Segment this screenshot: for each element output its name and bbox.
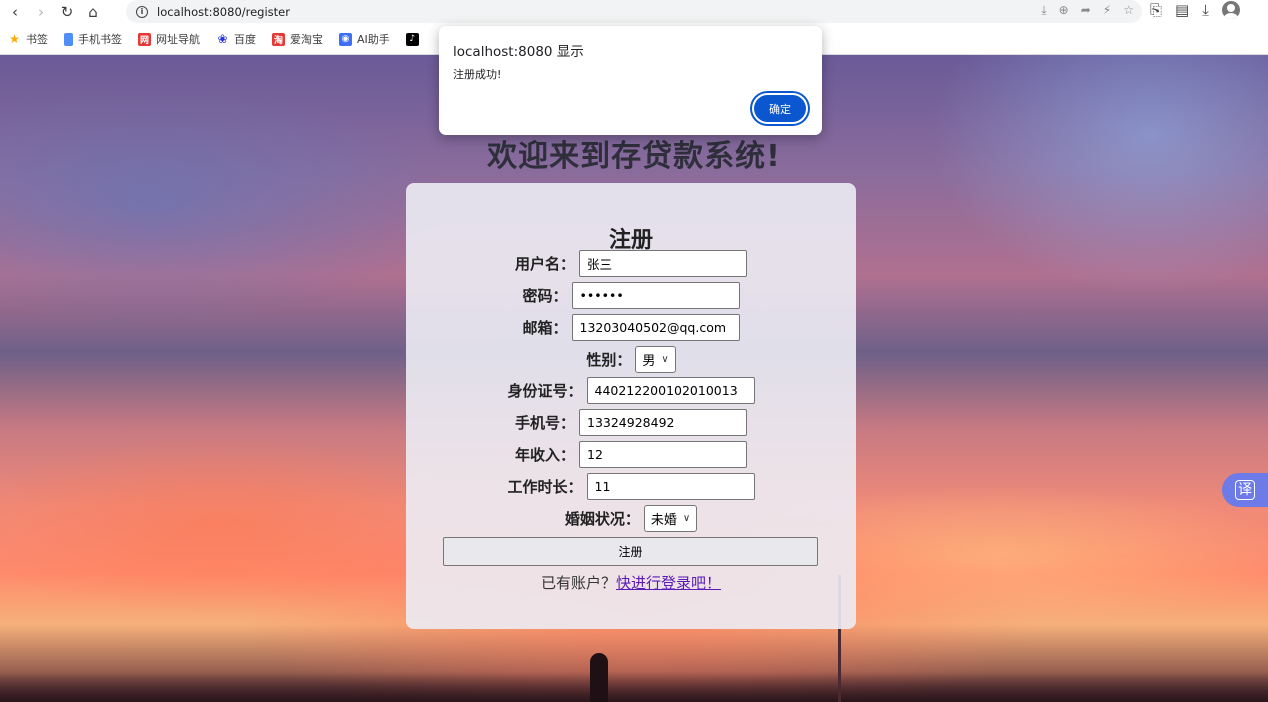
phone-row: 手机号： bbox=[406, 409, 856, 436]
dialog-message: 注册成功! bbox=[453, 68, 502, 81]
chevron-down-icon: ∨ bbox=[661, 354, 669, 365]
bookmark-item[interactable]: ◉ AI助手 bbox=[339, 31, 390, 47]
chevron-down-icon: ∨ bbox=[682, 513, 691, 524]
gender-select[interactable]: 男 ∨ bbox=[635, 346, 676, 373]
dialog-title: localhost:8080 显示 bbox=[453, 44, 584, 60]
translate-button[interactable]: 译 bbox=[1222, 473, 1268, 507]
id-number-input[interactable] bbox=[586, 377, 755, 404]
bookmark-star-icon[interactable]: ☆ bbox=[1123, 3, 1134, 18]
share-icon[interactable]: ➦ bbox=[1081, 3, 1091, 18]
income-row: 年收入： bbox=[406, 441, 856, 468]
gender-value: 男 bbox=[642, 354, 656, 369]
bookmark-item[interactable]: ★ 书签 bbox=[8, 31, 48, 47]
download-icon[interactable]: ⤓ bbox=[1202, 1, 1209, 19]
username-input[interactable] bbox=[579, 250, 747, 277]
taobao-icon: 淘 bbox=[272, 32, 285, 46]
income-label: 年收入： bbox=[514, 446, 575, 464]
lightning-icon[interactable]: ⚡ bbox=[1103, 3, 1111, 18]
login-prompt-text: 已有账户？ bbox=[540, 574, 616, 592]
work-years-input[interactable] bbox=[586, 473, 755, 500]
password-input[interactable] bbox=[571, 282, 740, 309]
star-icon: ★ bbox=[9, 32, 20, 46]
back-icon[interactable]: ‹ bbox=[2, 1, 28, 23]
info-icon[interactable]: i bbox=[136, 5, 148, 18]
username-row: 用户名： bbox=[406, 250, 856, 277]
bookmark-item[interactable]: ❀ 百度 bbox=[216, 31, 256, 47]
extensions-icon[interactable]: ⎘ bbox=[1150, 1, 1162, 19]
password-label: 密码： bbox=[522, 287, 568, 305]
dialog-ok-button[interactable]: 确定 bbox=[754, 95, 806, 122]
nav-site-icon: 网 bbox=[138, 32, 151, 46]
collections-icon[interactable]: ▤ bbox=[1175, 1, 1189, 19]
phone-label: 手机号： bbox=[514, 414, 575, 432]
zoom-icon[interactable]: ⊕ bbox=[1059, 3, 1069, 18]
work-row: 工作时长： bbox=[406, 473, 856, 500]
register-button[interactable]: 注册 bbox=[443, 537, 818, 566]
gender-label: 性别： bbox=[586, 351, 632, 369]
alert-dialog: localhost:8080 显示 注册成功! 确定 bbox=[439, 26, 822, 135]
ai-assistant-icon: ◉ bbox=[339, 32, 352, 46]
url-text[interactable]: localhost:8080/register bbox=[157, 5, 290, 19]
translate-icon: 译 bbox=[1235, 480, 1255, 500]
marital-row: 婚姻状况： 未婚 ∨ bbox=[406, 505, 856, 532]
email-input[interactable] bbox=[571, 314, 740, 341]
gender-row: 性别： 男 ∨ bbox=[406, 346, 856, 373]
id-label: 身份证号： bbox=[507, 382, 583, 400]
phone-input[interactable] bbox=[579, 409, 747, 436]
login-link[interactable]: 快进行登录吧！ bbox=[616, 574, 721, 592]
marital-select[interactable]: 未婚 ∨ bbox=[643, 505, 698, 532]
bookmark-item[interactable]: 网网址导航 bbox=[138, 31, 200, 47]
bookmark-item[interactable]: 手机书签 bbox=[64, 31, 122, 47]
baidu-icon: ❀ bbox=[217, 32, 228, 46]
marital-label: 婚姻状况： bbox=[564, 510, 640, 528]
profile-avatar-icon[interactable] bbox=[1221, 1, 1240, 19]
browser-toolbar: ‹ › ↻ ⌂ i localhost:8080/register ⤓ ⊕ ➦ … bbox=[0, 0, 1268, 24]
address-bar[interactable]: i localhost:8080/register ⤓ ⊕ ➦ ⚡ ☆ bbox=[126, 0, 1142, 23]
install-icon[interactable]: ⤓ bbox=[1041, 3, 1046, 18]
home-icon[interactable]: ⌂ bbox=[80, 1, 106, 23]
forward-icon[interactable]: › bbox=[28, 1, 54, 23]
password-row: 密码： bbox=[406, 282, 856, 309]
login-prompt: 已有账户？快进行登录吧！ bbox=[406, 572, 856, 593]
reload-icon[interactable]: ↻ bbox=[54, 1, 80, 23]
bookmark-item[interactable]: ♪ bbox=[405, 32, 424, 46]
bookmark-folder-icon bbox=[64, 32, 73, 46]
background-silhouette bbox=[590, 653, 608, 702]
welcome-title: 欢迎来到存贷款系统! bbox=[487, 139, 781, 174]
username-label: 用户名： bbox=[514, 255, 575, 273]
bookmark-item[interactable]: 淘爱淘宝 bbox=[272, 31, 323, 47]
background-ground bbox=[0, 672, 1268, 702]
marital-value: 未婚 bbox=[650, 513, 677, 528]
email-label: 邮箱： bbox=[522, 319, 568, 337]
work-label: 工作时长： bbox=[507, 478, 583, 496]
income-input[interactable] bbox=[579, 441, 747, 468]
page-viewport: 欢迎来到存贷款系统! 注册 用户名： 密码： 邮箱： 性别： 男 ∨ 身份证号：… bbox=[0, 55, 1268, 702]
id-row: 身份证号： bbox=[406, 377, 856, 404]
register-card: 注册 用户名： 密码： 邮箱： 性别： 男 ∨ 身份证号： 手机号： bbox=[406, 183, 856, 629]
email-row: 邮箱： bbox=[406, 314, 856, 341]
tiktok-icon: ♪ bbox=[405, 32, 419, 46]
